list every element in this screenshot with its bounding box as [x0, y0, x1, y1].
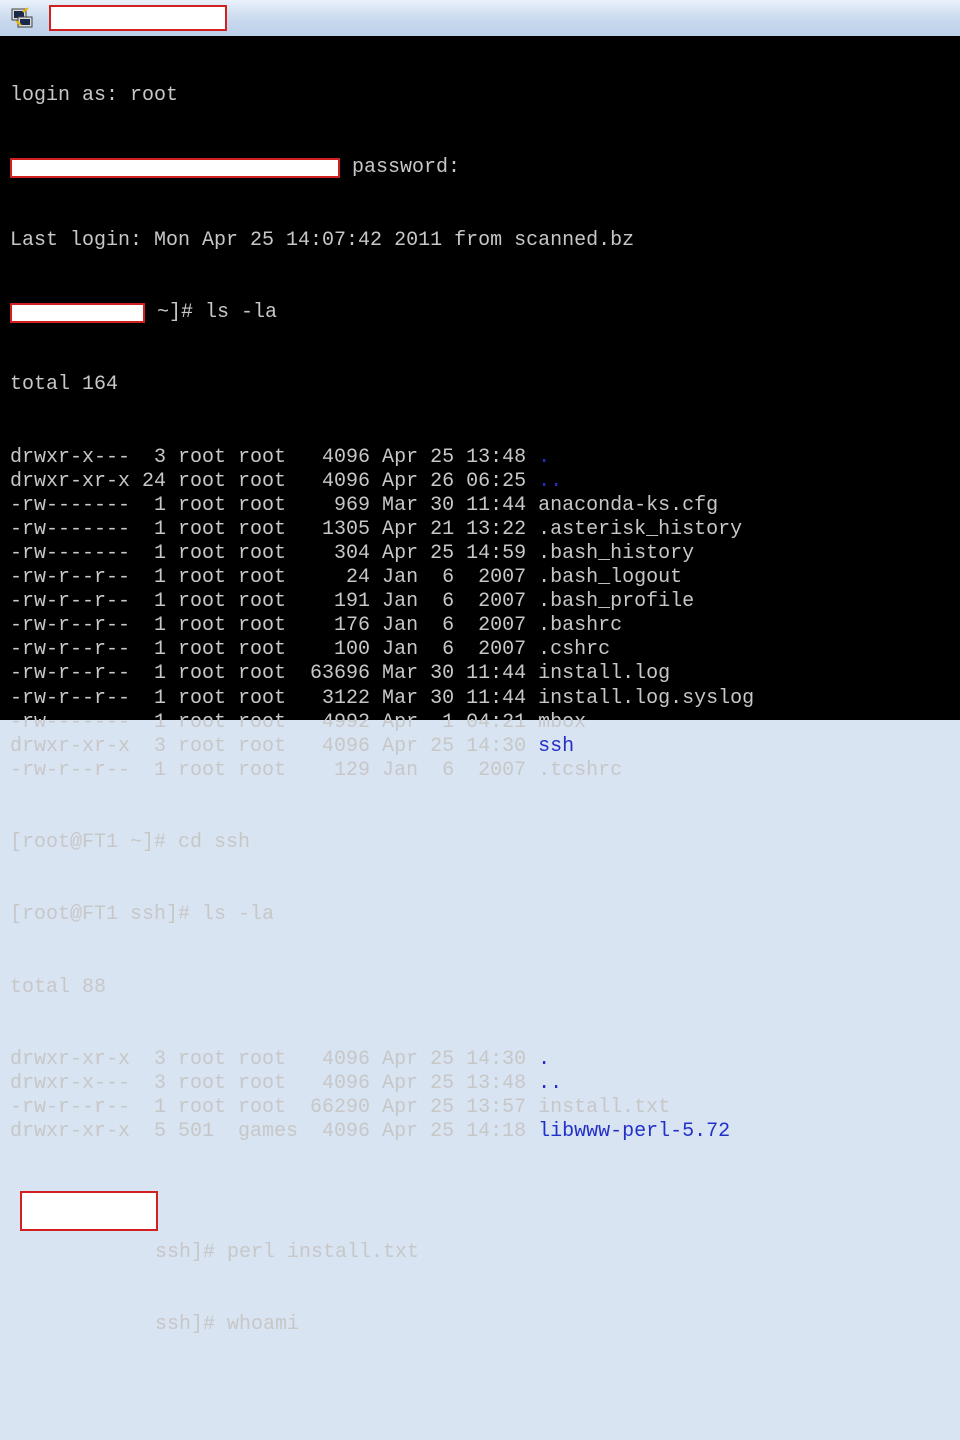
- command-line-1: ~]# ls -la: [10, 301, 960, 325]
- file-metadata: drwxr-x--- 3 root root 4096 Apr 25 13:48: [10, 445, 539, 469]
- file-name: .bash_profile: [538, 590, 695, 614]
- file-name: .asterisk_history: [538, 517, 743, 541]
- listing-row: -rw-r--r-- 1 root root 176 Jan 6 2007 .b…: [10, 614, 960, 638]
- file-metadata: -rw-r--r-- 1 root root 63696 Mar 30 11:4…: [10, 662, 539, 686]
- command-line-2: [root@FT1 ~]# cd ssh: [10, 831, 251, 855]
- file-metadata: -rw-r--r-- 1 root root 24 Jan 6 2007: [10, 566, 539, 590]
- file-name: ..: [538, 469, 563, 493]
- listing-row: -rw-r--r-- 1 root root 191 Jan 6 2007 .b…: [10, 590, 960, 614]
- listing-row: -rw-r--r-- 1 root root 66290 Apr 25 13:5…: [10, 1096, 960, 1120]
- listing-row: -rw------- 1 root root 1305 Apr 21 13:22…: [10, 518, 960, 542]
- file-name: mbox: [538, 710, 587, 734]
- file-name: ssh: [538, 734, 575, 758]
- file-name: .cshrc: [538, 638, 611, 662]
- command-text: ~]# ls -la: [157, 301, 278, 325]
- listing-row: -rw------- 1 root root 304 Apr 25 14:59 …: [10, 542, 960, 566]
- file-name: ..: [538, 1072, 563, 1096]
- file-metadata: -rw-r--r-- 1 root root 3122 Mar 30 11:44: [10, 686, 539, 710]
- file-metadata: -rw-r--r-- 1 root root 100 Jan 6 2007: [10, 638, 539, 662]
- file-name: .: [538, 1047, 551, 1071]
- listing-row: -rw-r--r-- 1 root root 129 Jan 6 2007 .t…: [10, 759, 960, 783]
- file-name: .tcshrc: [538, 758, 623, 782]
- file-metadata: -rw-r--r-- 1 root root 191 Jan 6 2007: [10, 590, 539, 614]
- file-name: install.log.syslog: [538, 686, 755, 710]
- last-login-line: Last login: Mon Apr 25 14:07:42 2011 fro…: [10, 228, 635, 252]
- command-text: ssh]# whoami: [155, 1312, 300, 1336]
- file-name: install.txt: [538, 1096, 671, 1120]
- password-prompt: password:: [352, 156, 461, 180]
- login-line: login as: root: [10, 84, 179, 108]
- listing-row: drwxr-xr-x 5 501 games 4096 Apr 25 14:18…: [10, 1120, 960, 1144]
- total-line-1: total 164: [10, 373, 119, 397]
- putty-terminal-icon: [11, 7, 33, 28]
- file-name: .bash_history: [538, 541, 695, 565]
- file-metadata: drwxr-xr-x 24 root root 4096 Apr 26 06:2…: [10, 469, 539, 493]
- file-metadata: drwxr-xr-x 5 501 games 4096 Apr 25 14:18: [10, 1120, 539, 1144]
- listing-row: drwxr-x--- 3 root root 4096 Apr 25 13:48…: [10, 446, 960, 470]
- file-name: .bash_logout: [538, 566, 683, 590]
- listing-row: -rw------- 1 root root 969 Mar 30 11:44 …: [10, 494, 960, 518]
- redacted-command-block: ssh]# perl install.txt ssh]# whoami: [10, 1190, 960, 1410]
- listing-row: drwxr-xr-x 24 root root 4096 Apr 26 06:2…: [10, 470, 960, 494]
- password-line: password:: [10, 156, 960, 180]
- command-line-5: ssh]# whoami: [10, 1313, 960, 1337]
- listing-row: drwxr-xr-x 3 root root 4096 Apr 25 14:30…: [10, 735, 960, 759]
- file-metadata: -rw------- 1 root root 304 Apr 25 14:59: [10, 541, 539, 565]
- total-line-2: total 88: [10, 975, 107, 999]
- file-name: anaconda-ks.cfg: [538, 493, 719, 517]
- file-metadata: -rw-r--r-- 1 root root 129 Jan 6 2007: [10, 758, 539, 782]
- command-line-4: ssh]# perl install.txt: [10, 1241, 960, 1265]
- file-metadata: drwxr-xr-x 3 root root 4096 Apr 25 14:30: [10, 734, 539, 758]
- file-metadata: -rw------- 1 root root 1305 Apr 21 13:22: [10, 517, 539, 541]
- file-metadata: -rw-r--r-- 1 root root 176 Jan 6 2007: [10, 614, 539, 638]
- command-text: ssh]# perl install.txt: [155, 1240, 420, 1264]
- listing-row: drwxr-xr-x 3 root root 4096 Apr 25 14:30…: [10, 1048, 960, 1072]
- redacted-prompt-block: [20, 1190, 158, 1231]
- file-name: install.log: [538, 662, 671, 686]
- terminal-window: login as: root password: Last login: Mon…: [0, 0, 960, 1336]
- listing-row: drwxr-x--- 3 root root 4096 Apr 25 13:48…: [10, 1072, 960, 1096]
- file-name: .bashrc: [538, 614, 623, 638]
- terminal-output[interactable]: login as: root password: Last login: Mon…: [0, 36, 960, 1336]
- redacted-host-block: [10, 158, 340, 179]
- redacted-window-title: [49, 5, 227, 31]
- file-metadata: drwxr-xr-x 3 root root 4096 Apr 25 14:30: [10, 1047, 539, 1071]
- listing-row: -rw-r--r-- 1 root root 24 Jan 6 2007 .ba…: [10, 566, 960, 590]
- listing-row: -rw-r--r-- 1 root root 3122 Mar 30 11:44…: [10, 687, 960, 711]
- file-metadata: -rw------- 1 root root 4992 Apr 1 04:21: [10, 710, 539, 734]
- command-line-3: [root@FT1 ssh]# ls -la: [10, 903, 275, 927]
- listing-row: -rw-r--r-- 1 root root 100 Jan 6 2007 .c…: [10, 638, 960, 662]
- directory-listing-ssh: drwxr-xr-x 3 root root 4096 Apr 25 14:30…: [10, 1048, 960, 1144]
- file-name: .: [538, 445, 551, 469]
- file-metadata: -rw-r--r-- 1 root root 66290 Apr 25 13:5…: [10, 1096, 539, 1120]
- file-metadata: -rw------- 1 root root 969 Mar 30 11:44: [10, 493, 539, 517]
- listing-row: -rw------- 1 root root 4992 Apr 1 04:21 …: [10, 711, 960, 735]
- title-bar[interactable]: [0, 0, 960, 37]
- redacted-prompt-block: [10, 303, 145, 324]
- file-metadata: drwxr-x--- 3 root root 4096 Apr 25 13:48: [10, 1072, 539, 1096]
- listing-row: -rw-r--r-- 1 root root 63696 Mar 30 11:4…: [10, 662, 960, 686]
- directory-listing-root: drwxr-x--- 3 root root 4096 Apr 25 13:48…: [10, 446, 960, 783]
- file-name: libwww-perl-5.72: [538, 1120, 731, 1144]
